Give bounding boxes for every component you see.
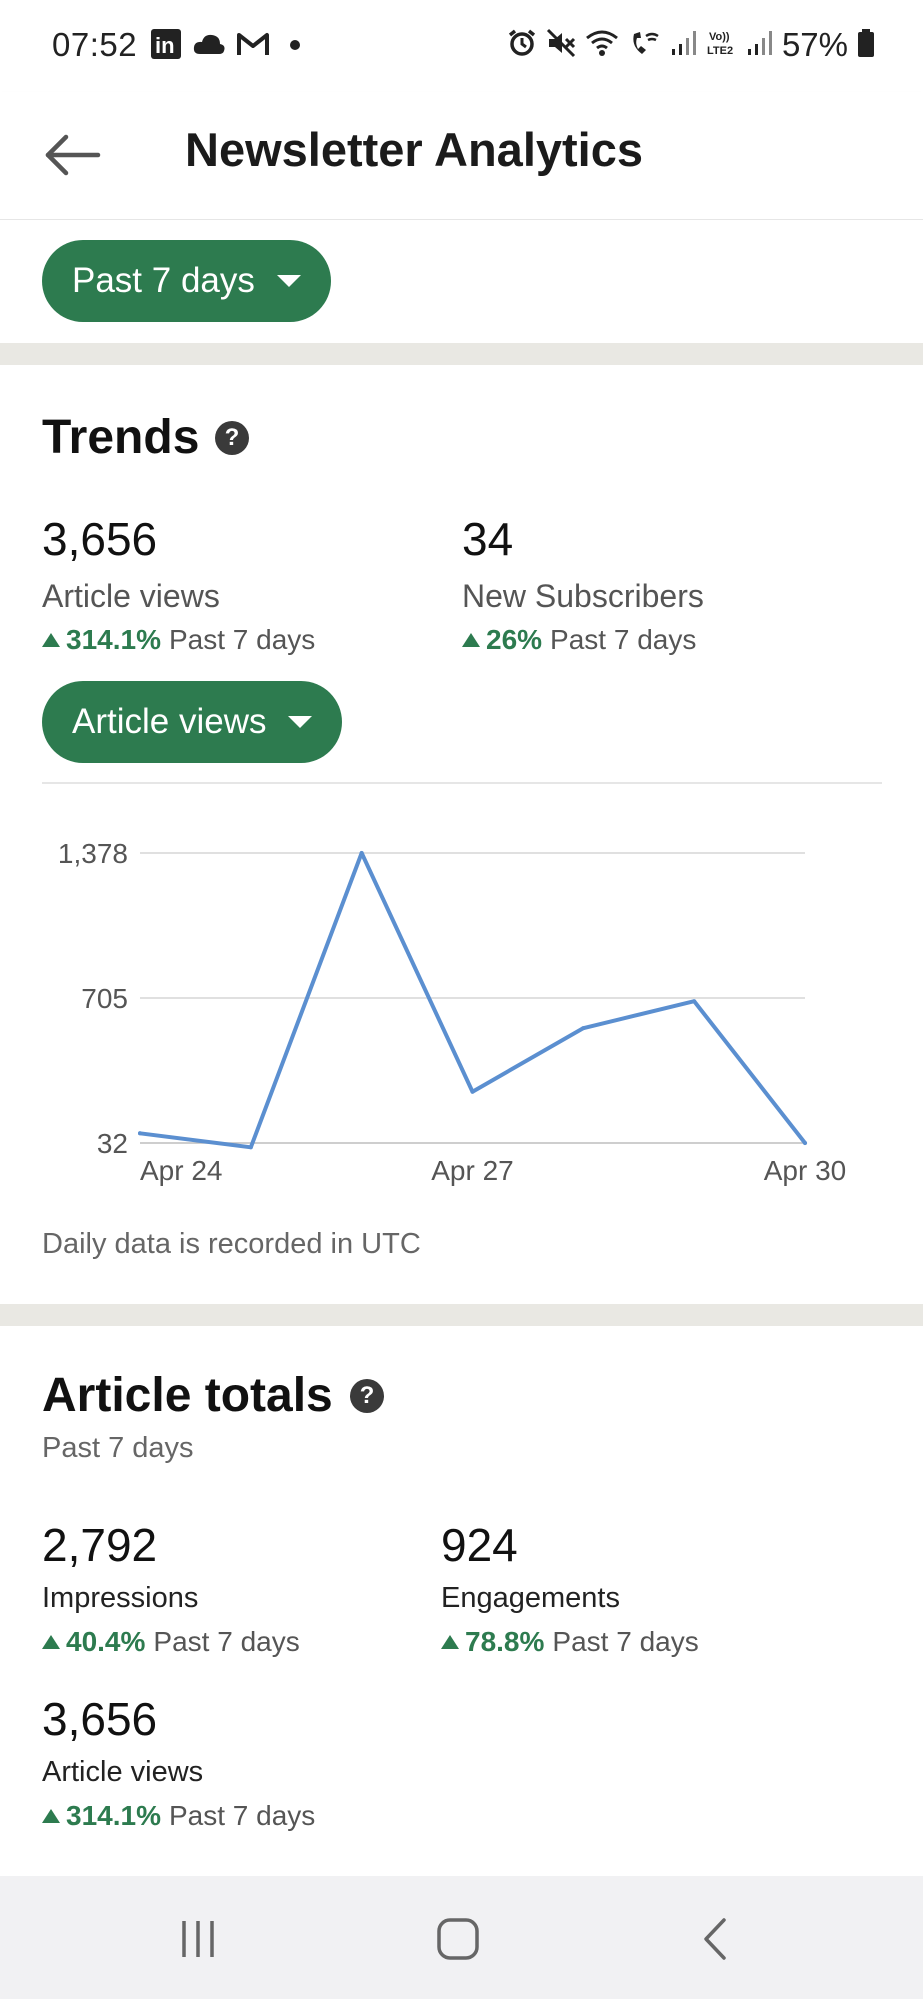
metric-label: New Subscribers [462,578,704,614]
app-bar: Newsletter Analytics [0,92,923,220]
recents-button[interactable] [158,1906,238,1972]
page-title: Newsletter Analytics [185,123,643,176]
metric-selector-dropdown[interactable]: Article views [42,681,343,763]
arrow-up-icon [441,1635,459,1649]
x-tick-label: Apr 30 [764,1155,847,1186]
status-left-icons: in [150,28,310,65]
change-percent: 40.4% [66,1626,146,1657]
metric-change: 26% Past 7 days [462,624,696,656]
arrow-left-icon [45,134,101,176]
change-period: Past 7 days [168,624,316,655]
change-percent: 314.1% [66,624,161,655]
metric-label: Article views [42,578,220,614]
system-back-button[interactable] [676,1906,756,1972]
metric-value: 924 [441,1519,518,1571]
caret-down-icon [288,716,313,728]
data-point [138,1131,142,1136]
metric-change: 314.1% Past 7 days [42,1800,315,1832]
cloud-icon [192,32,226,61]
article-totals-title: Article totals [42,1369,333,1422]
signal-icon [671,29,697,62]
metric-label: Impressions [42,1582,199,1614]
dot-icon [280,38,310,56]
x-tick-label: Apr 24 [140,1155,223,1186]
metric-label: Engagements [441,1582,620,1614]
arrow-up-icon [42,1809,60,1823]
gmail-icon [236,31,270,62]
back-icon [704,1918,726,1960]
change-percent: 78.8% [465,1626,545,1657]
metric-value: 3,656 [42,513,158,565]
chart-divider [42,782,882,784]
metric-label: Article views [42,1756,204,1788]
metric-selector-label: Article views [72,702,267,741]
change-percent: 26% [486,624,543,655]
status-time: 07:52 [52,26,138,63]
linkedin-icon: in [150,28,182,65]
help-icon[interactable]: ? [215,421,249,455]
arrow-up-icon [42,633,60,647]
change-period: Past 7 days [153,1626,300,1657]
change-percent: 314.1% [66,1800,161,1831]
volte-icon: Vo)) LTE2 [706,28,738,63]
metric-change: 314.1% Past 7 days [42,624,315,656]
y-tick-label: 1,378 [58,838,128,869]
y-tick-label: 705 [81,983,128,1014]
article-totals-subtitle: Past 7 days [42,1432,194,1464]
filter-section: Past 7 days [0,220,923,343]
data-point [581,1026,586,1031]
section-divider [0,1304,923,1326]
arrow-up-icon [462,633,480,647]
alarm-icon [507,28,537,63]
change-period: Past 7 days [168,1800,316,1831]
change-period: Past 7 days [552,1626,699,1657]
system-nav-bar [0,1876,923,1999]
data-point [359,851,364,855]
home-icon [437,1918,479,1960]
metric-value: 3,656 [42,1693,158,1745]
svg-text:LTE2: LTE2 [707,45,733,57]
battery-icon [857,28,875,63]
wifi-icon [585,28,619,63]
x-tick-label: Apr 27 [431,1155,514,1186]
caret-down-icon [276,275,301,287]
change-period: Past 7 days [550,624,697,655]
trend-line-chart: 1,378 705 32 Apr 24 Apr 27 Apr 30 [58,838,847,1186]
metric-value: 34 [462,513,514,565]
wifi-call-icon [628,28,662,63]
trends-title: Trends [42,411,200,464]
metric-change: 40.4% Past 7 days [42,1626,300,1658]
status-right-icons: Vo)) LTE2 57% [507,26,875,64]
data-point [692,999,697,1004]
back-button[interactable] [40,122,106,188]
date-range-label: Past 7 days [72,261,255,300]
series-line [138,851,807,1150]
mute-icon [546,28,576,63]
section-divider [0,343,923,365]
help-icon[interactable]: ? [350,1379,384,1413]
metric-change: 78.8% Past 7 days [441,1626,699,1658]
svg-text:Vo)): Vo)) [709,31,730,43]
data-point [803,1141,807,1145]
date-range-dropdown[interactable]: Past 7 days [42,240,331,322]
recents-icon [182,1921,214,1957]
metric-value: 2,792 [42,1519,158,1571]
home-button[interactable] [418,1906,498,1972]
y-tick-label: 32 [97,1128,128,1159]
signal-icon [747,29,773,62]
battery-percent: 57% [781,26,848,63]
utc-note: Daily data is recorded in UTC [42,1228,421,1260]
arrow-up-icon [42,1635,60,1649]
data-point [248,1145,253,1150]
svg-text:in: in [155,33,175,58]
data-point [470,1089,475,1094]
status-bar: 07:52 in Vo)) LTE2 57% [0,0,923,92]
